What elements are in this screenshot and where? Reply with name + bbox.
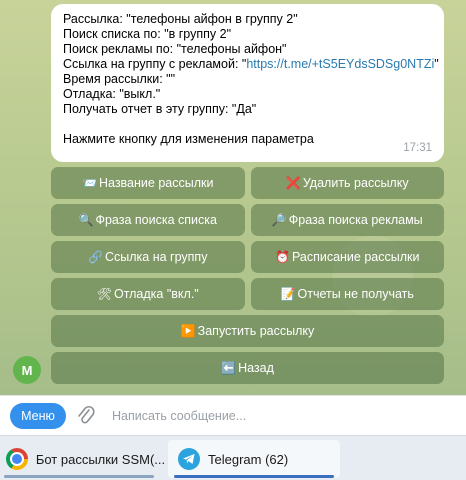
- taskbar-item-label: Бот рассылки SSM(...: [35, 451, 164, 467]
- message-line-debug: Отладка: "выкл.": [63, 87, 161, 101]
- keyboard-row: ⬅️ Назад: [51, 352, 444, 384]
- ad-search-phrase-button[interactable]: 🔎 Фраза поиска рекламы: [250, 204, 444, 236]
- arrow-left-icon: ⬅️: [221, 361, 237, 375]
- alarm-clock-icon: ⏰: [275, 250, 290, 264]
- inline-keyboard: 📨 Название рассылки ❌ Удалить рассылку 🔍 Фр…: [51, 167, 444, 389]
- bot-message: Рассылка: "телефоны айфон в группу 2" По…: [51, 4, 444, 162]
- keyboard-row: 🔗 Ссылка на группу ⏰ Расписание рассылки: [51, 241, 444, 273]
- taskbar-item-telegram[interactable]: Telegram (62): [168, 440, 340, 478]
- avatar[interactable]: M: [13, 356, 41, 384]
- list-search-phrase-button[interactable]: 🔍 Фраза поиска списка: [51, 204, 245, 236]
- message-line-group-link: Ссылка на группу с рекламой: "https://t.…: [63, 57, 439, 72]
- button-label: Запустить рассылку: [197, 324, 315, 338]
- message-line-mailing: Рассылка: "телефоны айфон в группу 2": [63, 12, 298, 26]
- mailing-name-button[interactable]: 📨 Название рассылки: [51, 167, 245, 199]
- keyboard-row: ▶️ Запустить рассылку: [51, 315, 444, 347]
- keyboard-row: 📨 Название рассылки ❌ Удалить рассылку: [51, 167, 444, 199]
- debug-toggle-button[interactable]: 🛠 Отладка "вкл.": [51, 278, 245, 310]
- message-line-list-search: Поиск списка по: "в группу 2": [63, 27, 232, 41]
- cross-icon: ❌: [285, 176, 301, 190]
- taskbar-item-chrome[interactable]: Бот рассылки SSM(...: [0, 440, 164, 478]
- delete-mailing-button[interactable]: ❌ Удалить рассылку: [250, 167, 444, 199]
- keyboard-row: 🛠 Отладка "вкл." 📝 Отчеты не получать: [51, 278, 444, 310]
- taskbar-item-label: Telegram (62): [208, 451, 289, 467]
- message-input[interactable]: [112, 406, 452, 426]
- button-label: Расписание рассылки: [291, 250, 420, 264]
- button-label: Отладка "вкл.": [113, 287, 199, 301]
- back-button[interactable]: ⬅️ Назад: [51, 352, 444, 384]
- chrome-icon: [6, 448, 28, 470]
- link-suffix: ": [434, 57, 439, 71]
- group-link-button[interactable]: 🔗 Ссылка на группу: [51, 241, 245, 273]
- menu-button[interactable]: Меню: [10, 403, 66, 429]
- magnifier-left-icon: 🔍: [78, 213, 94, 227]
- magnifier-right-icon: 🔎: [271, 213, 287, 227]
- keyboard-row: 🔍 Фраза поиска списка 🔎 Фраза поиска рекла…: [51, 204, 444, 236]
- taskbar: Бот рассылки SSM(... Telegram (62): [0, 435, 466, 480]
- play-icon: ▶️: [180, 324, 196, 338]
- tools-icon: 🛠: [96, 287, 112, 301]
- reports-toggle-button[interactable]: 📝 Отчеты не получать: [250, 278, 444, 310]
- link-prefix: Ссылка на группу с рекламой: ": [63, 57, 247, 71]
- telegram-icon: [178, 448, 200, 470]
- paperclip-icon[interactable]: [76, 404, 96, 428]
- group-link[interactable]: https://t.me/+tS5EYdsSDSg0NTZi: [246, 57, 434, 71]
- button-label: Удалить рассылку: [302, 176, 409, 190]
- button-label: Фраза поиска списка: [95, 213, 217, 227]
- message-line-schedule: Время рассылки: "": [63, 72, 176, 86]
- button-label: Ссылка на группу: [104, 250, 208, 264]
- active-indicator: [174, 475, 334, 478]
- button-label: Фраза поиска рекламы: [288, 213, 423, 227]
- message-line-ad-search: Поиск рекламы по: "телефоны айфон": [63, 42, 287, 56]
- schedule-button[interactable]: ⏰ Расписание рассылки: [250, 241, 444, 273]
- button-label: Название рассылки: [98, 176, 214, 190]
- message-time: 17:31: [403, 142, 432, 154]
- start-mailing-button[interactable]: ▶️ Запустить рассылку: [51, 315, 444, 347]
- chat-area: Рассылка: "телефоны айфон в группу 2" По…: [0, 0, 466, 395]
- button-label: Назад: [238, 361, 274, 375]
- envelope-icon: 📨: [82, 176, 97, 190]
- memo-icon: 📝: [280, 287, 296, 301]
- active-indicator: [4, 475, 154, 478]
- message-line-report: Получать отчет в эту группу: "Да": [63, 102, 257, 116]
- link-icon: 🔗: [88, 250, 103, 264]
- message-line-hint: Нажмите кнопку для изменения параметра: [63, 132, 314, 146]
- composer: Меню: [0, 395, 466, 435]
- button-label: Отчеты не получать: [297, 287, 414, 301]
